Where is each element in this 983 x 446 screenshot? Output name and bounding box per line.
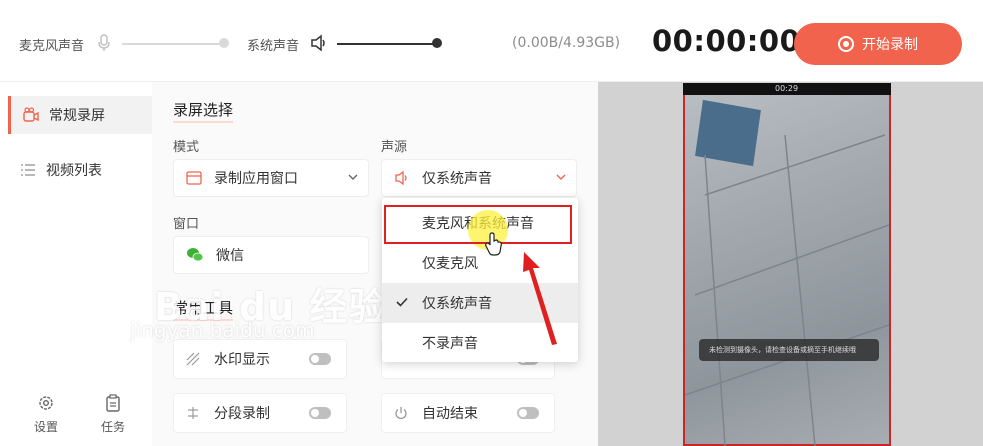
phone-window-titlebar: 00:29	[683, 83, 891, 95]
window-select-value: 微信	[216, 248, 244, 264]
dropdown-option-label: 仅麦克风	[422, 256, 478, 272]
phone-toast-message: 未检测到摄像头，请检查设备或摘至手机继续哦	[699, 339, 879, 361]
record-icon	[838, 36, 854, 52]
segment-icon	[188, 407, 198, 419]
mic-volume-label: 麦克风声音	[19, 39, 85, 54]
watermark-toggle[interactable]	[309, 353, 331, 365]
tool-label: 水印显示	[214, 352, 270, 368]
gear-icon	[39, 396, 53, 410]
tasks-label: 任务	[100, 420, 125, 434]
settings-button[interactable]: 设置	[31, 394, 61, 435]
mic-volume-slider[interactable]	[122, 43, 224, 45]
sidebar-item-label: 视频列表	[46, 163, 102, 179]
window-select[interactable]: 微信	[173, 236, 369, 274]
segment-recording-toggle[interactable]	[309, 407, 331, 419]
tool-label: 分段录制	[214, 406, 270, 422]
tool-label: 自动结束	[422, 406, 478, 422]
recording-timer: 00:00:00	[652, 24, 801, 58]
system-volume-knob[interactable]	[432, 38, 442, 48]
storage-usage: (0.00B/4.93GB)	[512, 35, 621, 51]
wechat-icon	[187, 248, 204, 262]
speaker-icon	[395, 170, 407, 186]
window-label: 窗口	[173, 217, 200, 232]
microphone-icon[interactable]	[97, 34, 111, 52]
audio-source-label: 声源	[381, 140, 408, 155]
sidebar-item-video-list[interactable]: 视频列表	[8, 151, 152, 189]
video-camera-icon	[23, 107, 39, 122]
phone-time: 00:29	[775, 84, 799, 93]
recording-preview: 00:29 未检测到摄像头，请检查设备或摘至手机继续哦	[598, 82, 983, 446]
floor-tile-lines	[685, 134, 889, 446]
dropdown-option-label: 仅系统声音	[422, 296, 492, 312]
tutorial-arrow-icon	[523, 252, 557, 345]
window-icon	[186, 171, 202, 185]
mode-select-value: 录制应用窗口	[214, 171, 298, 187]
top-toolbar: 麦克风声音 系统声音 (0.00B/4.93GB) 00:00:00 开始录制	[0, 0, 983, 82]
sidebar: 常规录屏 视频列表 设置 任务	[0, 82, 152, 446]
watermark-icon	[186, 352, 200, 366]
phone-screen: 未检测到摄像头，请检查设备或摘至手机继续哦	[683, 95, 891, 446]
tutorial-highlight-box	[384, 205, 572, 244]
system-volume-label: 系统声音	[247, 39, 300, 54]
hand-cursor-icon	[485, 232, 502, 256]
tasks-button[interactable]: 任务	[98, 394, 128, 435]
audio-source-value: 仅系统声音	[422, 171, 492, 187]
clipboard-icon	[106, 394, 120, 412]
chevron-down-icon	[348, 174, 358, 180]
mic-volume-knob[interactable]	[219, 38, 229, 48]
tool-watermark[interactable]: 水印显示	[173, 339, 347, 379]
settings-label: 设置	[33, 420, 58, 434]
chevron-down-icon	[556, 174, 566, 180]
checkmark-icon	[396, 297, 408, 307]
dropdown-option-label: 不录声音	[422, 336, 478, 352]
tool-segment-recording[interactable]: 分段录制	[173, 393, 347, 433]
speaker-icon[interactable]	[310, 34, 328, 52]
phone-toast-text: 未检测到摄像头，请检查设备或摘至手机继续哦	[709, 346, 856, 354]
baidu-watermark-url: jingyan.baidu.com	[130, 318, 315, 342]
phone-mirror-window: 00:29 未检测到摄像头，请检查设备或摘至手机继续哦	[683, 83, 891, 446]
mode-select[interactable]: 录制应用窗口	[173, 159, 369, 197]
sidebar-item-label: 常规录屏	[49, 108, 105, 124]
power-icon	[395, 407, 407, 420]
start-recording-label: 开始录制	[862, 37, 918, 53]
auto-stop-toggle[interactable]	[517, 407, 539, 419]
system-volume-slider[interactable]	[337, 43, 437, 45]
tool-auto-stop[interactable]: 自动结束	[381, 393, 555, 433]
start-recording-button[interactable]: 开始录制	[794, 23, 962, 65]
sidebar-item-screen-recording[interactable]: 常规录屏	[8, 96, 152, 134]
section-title-record-selection: 录屏选择	[173, 101, 234, 123]
mode-label: 模式	[173, 140, 200, 155]
list-icon	[21, 164, 35, 176]
audio-source-select[interactable]: 仅系统声音	[381, 159, 577, 197]
